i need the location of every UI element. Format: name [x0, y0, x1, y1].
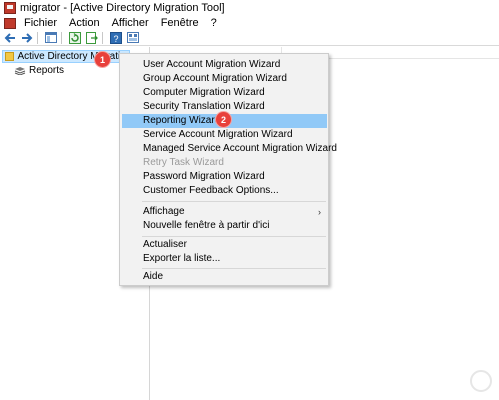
menu-item-customer-feedback[interactable]: Customer Feedback Options...	[122, 184, 327, 198]
menu-item-service-account-migration[interactable]: Service Account Migration Wizard	[122, 128, 327, 142]
menu-separator	[142, 236, 326, 237]
system-menu-icon[interactable]	[4, 17, 16, 29]
console-tree-icon[interactable]	[44, 31, 58, 45]
toolbar-separator	[37, 31, 38, 44]
menu-fichier[interactable]: Fichier	[18, 16, 63, 30]
menu-item-managed-service-account-migration[interactable]: Managed Service Account Migration Wizard	[122, 142, 337, 156]
menu-item-retry-task: Retry Task Wizard	[143, 157, 224, 168]
context-menu: User Account Migration Wizard Group Acco…	[119, 53, 337, 286]
tree-item-reports[interactable]: Reports	[14, 64, 64, 77]
export-icon[interactable]	[85, 31, 99, 45]
menu-item-export-list[interactable]: Exporter la liste...	[122, 252, 327, 266]
menu-item-computer-migration[interactable]: Computer Migration Wizard	[122, 86, 327, 100]
menu-item-group-account-migration[interactable]: Group Account Migration Wizard	[122, 72, 327, 86]
menu-separator	[142, 201, 326, 202]
toolbar-separator	[61, 31, 62, 44]
tree-item-admt[interactable]: Active Directory Migration Tool	[2, 50, 130, 63]
menu-item-affichage[interactable]: Affichage ›	[122, 205, 327, 219]
toolbar-separator	[102, 31, 103, 44]
refresh-icon[interactable]	[68, 31, 82, 45]
menu-item-password-migration[interactable]: Password Migration Wizard	[122, 170, 327, 184]
menu-separator	[142, 268, 326, 269]
menu-help[interactable]: ?	[205, 16, 223, 30]
step-badge-2: 2	[216, 112, 231, 127]
svg-text:?: ?	[113, 34, 118, 44]
menu-afficher[interactable]: Afficher	[106, 16, 155, 30]
forward-arrow-icon[interactable]	[20, 31, 34, 45]
back-arrow-icon[interactable]	[3, 31, 17, 45]
reports-icon	[14, 66, 26, 76]
window-title: migrator - [Active Directory Migration T…	[20, 2, 225, 14]
menu-item-new-window[interactable]: Nouvelle fenêtre à partir d'ici	[122, 219, 327, 233]
toolbar: ?	[0, 30, 499, 46]
folder-icon	[5, 52, 15, 61]
tree-item-label: Active Directory Migration Tool	[17, 51, 129, 62]
step-badge-1: 1	[95, 52, 110, 67]
watermark-logo	[470, 370, 492, 392]
menu-bar: Fichier Action Afficher Fenêtre ?	[0, 16, 499, 30]
menu-item-user-account-migration[interactable]: User Account Migration Wizard	[122, 58, 327, 72]
title-bar: migrator - [Active Directory Migration T…	[0, 0, 499, 16]
menu-item-help[interactable]: Aide	[122, 270, 327, 284]
menu-fenetre[interactable]: Fenêtre	[155, 16, 205, 30]
submenu-arrow-icon: ›	[318, 207, 321, 217]
tree-item-label: Reports	[29, 65, 65, 76]
menu-item-label: Affichage	[143, 206, 185, 217]
menu-action[interactable]: Action	[63, 16, 106, 30]
app-icon	[4, 2, 16, 14]
view-icon[interactable]	[126, 31, 140, 45]
help-icon[interactable]: ?	[109, 31, 123, 45]
menu-item-refresh[interactable]: Actualiser	[122, 238, 327, 252]
